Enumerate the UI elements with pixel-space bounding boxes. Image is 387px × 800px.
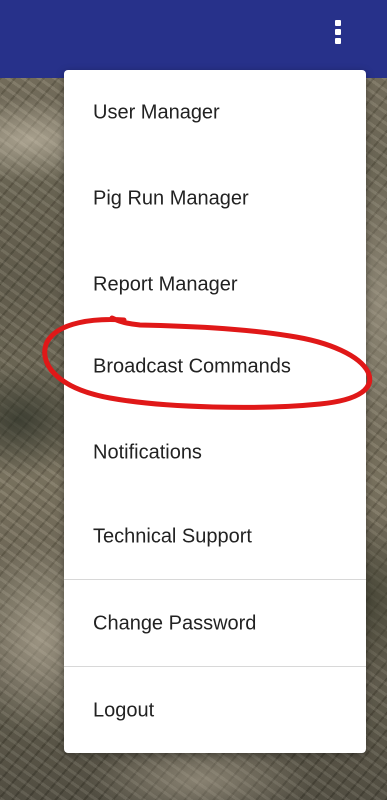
more-vertical-icon[interactable] [326,14,350,50]
app-header [0,0,387,78]
kebab-dot [335,38,341,44]
menu-item-label: Broadcast Commands [93,355,291,378]
kebab-dot [335,29,341,35]
menu-item-notifications[interactable]: Notifications [64,410,366,496]
menu-item-label: Pig Run Manager [93,187,249,210]
screen: User Manager Pig Run Manager Report Mana… [0,0,387,800]
menu-item-change-password[interactable]: Change Password [64,581,366,667]
menu-divider [64,666,366,667]
menu-item-label: Notifications [93,441,202,464]
overflow-menu: User Manager Pig Run Manager Report Mana… [64,70,366,753]
menu-item-label: Technical Support [93,525,252,548]
menu-item-technical-support[interactable]: Technical Support [64,494,366,580]
menu-item-label: User Manager [93,101,220,124]
menu-item-report-manager[interactable]: Report Manager [64,242,366,328]
menu-divider [64,579,366,580]
menu-item-label: Change Password [93,612,257,635]
menu-item-label: Logout [93,699,155,722]
menu-item-label: Report Manager [93,273,238,296]
kebab-dot [335,20,341,26]
menu-item-user-manager[interactable]: User Manager [64,70,366,156]
menu-item-broadcast-commands[interactable]: Broadcast Commands [64,324,366,410]
menu-item-logout[interactable]: Logout [64,668,366,753]
menu-item-pig-run-manager[interactable]: Pig Run Manager [64,156,366,242]
